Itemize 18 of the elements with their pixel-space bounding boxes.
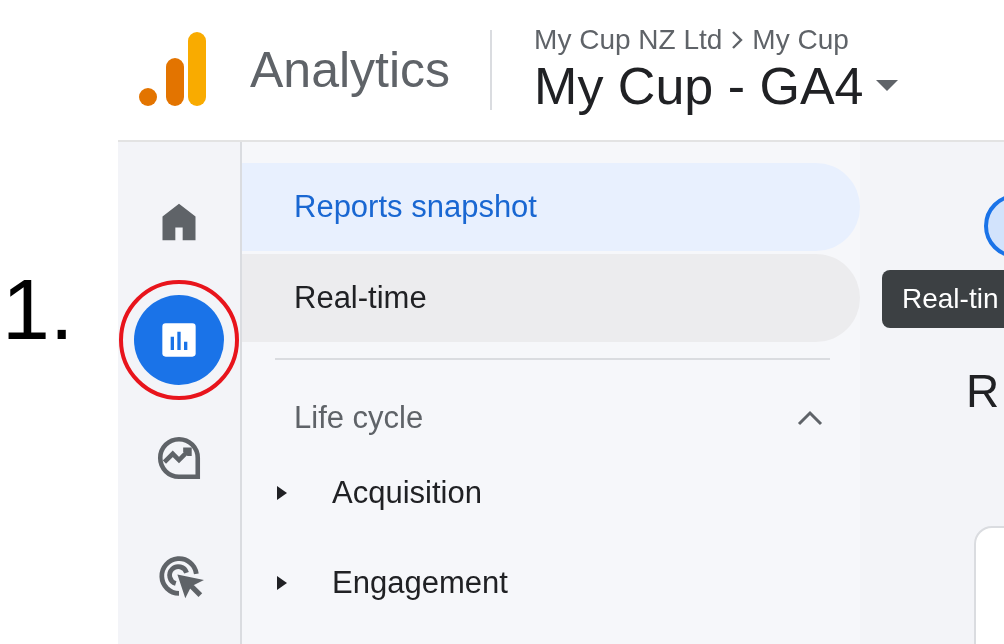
expand-triangle-icon[interactable] [276,485,288,501]
dropdown-caret-icon[interactable] [875,80,898,92]
nav-item[interactable]: Reports snapshot [242,163,860,251]
nav-group-label[interactable]: Acquisition [332,475,482,511]
step-number: 1. [2,260,74,359]
product-name: Analytics [250,41,451,99]
rail-button[interactable] [134,295,224,385]
nav-item[interactable]: Real-time [242,254,860,342]
breadcrumb-item[interactable]: My Cup NZ Ltd [534,24,723,56]
section-label[interactable]: Life cycle [294,400,424,436]
expand-triangle-icon[interactable] [276,575,288,591]
property-name[interactable]: My Cup - GA4 [534,56,864,116]
bar-chart-icon [159,320,199,360]
chevron-up-icon[interactable] [796,409,824,427]
tooltip: Real-tin [882,270,1004,328]
breadcrumb-item[interactable]: My Cup [752,24,849,56]
page-heading: R [966,364,1000,418]
nav-group-label[interactable]: Engagement [332,565,508,601]
